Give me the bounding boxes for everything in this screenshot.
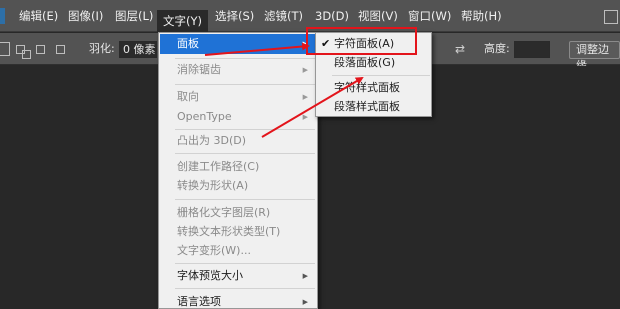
menu-item-label: OpenType	[177, 110, 232, 123]
submenu-arrow-icon: ▶	[302, 66, 308, 74]
menu-layer[interactable]: 图层(L)	[113, 0, 155, 32]
menu-item-opentype[interactable]: OpenType ▶	[160, 107, 316, 127]
app-logo-icon	[0, 8, 5, 24]
menu-separator	[175, 199, 315, 200]
new-selection-icon[interactable]	[0, 42, 10, 56]
menu-item-extrude-3d[interactable]: 凸出为 3D(D)	[160, 131, 316, 151]
menu-separator	[175, 84, 315, 85]
menu-item-convert-to-shape[interactable]: 转换为形状(A)	[160, 176, 316, 196]
menu-item-label: 消除锯齿	[177, 63, 221, 76]
menu-separator	[175, 263, 315, 264]
height-label: 高度:	[484, 42, 510, 55]
annotation-highlight-box	[306, 27, 417, 55]
menu-separator	[332, 75, 430, 76]
menu-image[interactable]: 图像(I)	[66, 0, 105, 32]
swap-arrows-icon[interactable]: ⇄	[455, 33, 465, 65]
submenu-arrow-icon: ▶	[302, 272, 308, 280]
submenu-arrow-icon: ▶	[302, 298, 308, 306]
menu-separator	[175, 129, 315, 130]
submenu-arrow-icon: ▶	[302, 93, 308, 101]
menu-item-warp-text[interactable]: 文字变形(W)...	[160, 241, 316, 261]
menu-item-convert-text-shape-type[interactable]: 转换文本形状类型(T)	[160, 222, 316, 242]
menu-separator	[175, 153, 315, 154]
height-input[interactable]	[514, 41, 550, 58]
add-selection-overlap-icon	[22, 50, 31, 59]
submenu-arrow-icon: ▶	[302, 113, 308, 121]
menu-item-font-preview-size[interactable]: 字体预览大小 ▶	[160, 266, 316, 286]
menu-item-panel[interactable]: 面板 ▶	[160, 34, 316, 54]
menu-help[interactable]: 帮助(H)	[459, 0, 504, 32]
window-control-icon[interactable]	[604, 10, 618, 24]
submenu-item-paragraph-styles-panel[interactable]: 段落样式面板	[317, 97, 430, 116]
menu-type[interactable]: 文字(Y)	[157, 10, 208, 32]
subtract-selection-icon[interactable]	[36, 45, 45, 54]
menu-item-label: 字体预览大小	[177, 269, 243, 282]
submenu-item-character-styles-panel[interactable]: 字符样式面板	[317, 78, 430, 97]
refine-edge-button[interactable]: 调整边缘	[569, 41, 620, 72]
intersect-selection-icon[interactable]	[56, 45, 65, 54]
menu-edit[interactable]: 编辑(E)	[17, 0, 60, 32]
menu-item-language-options[interactable]: 语言选项 ▶	[160, 292, 316, 309]
menu-item-label: 面板	[177, 37, 199, 50]
type-menu-dropdown: 面板 ▶ 消除锯齿 ▶ 取向 ▶ OpenType ▶ 凸出为 3D(D) 创建…	[158, 32, 318, 309]
feather-input[interactable]: 0 像素	[119, 41, 157, 58]
menu-select[interactable]: 选择(S)	[213, 0, 256, 32]
submenu-item-paragraph-panel[interactable]: 段落面板(G)	[317, 53, 430, 72]
menu-item-rasterize-type-layer[interactable]: 栅格化文字图层(R)	[160, 203, 316, 223]
menu-item-anti-alias[interactable]: 消除锯齿 ▶	[160, 60, 316, 80]
menu-item-create-work-path[interactable]: 创建工作路径(C)	[160, 157, 316, 177]
feather-label: 羽化:	[89, 42, 115, 55]
menu-separator	[175, 58, 315, 59]
menu-separator	[175, 288, 315, 289]
menu-filter[interactable]: 滤镜(T)	[262, 0, 305, 32]
menu-item-label: 取向	[177, 90, 199, 103]
menu-item-orientation[interactable]: 取向 ▶	[160, 87, 316, 107]
menu-item-label: 语言选项	[177, 295, 221, 308]
